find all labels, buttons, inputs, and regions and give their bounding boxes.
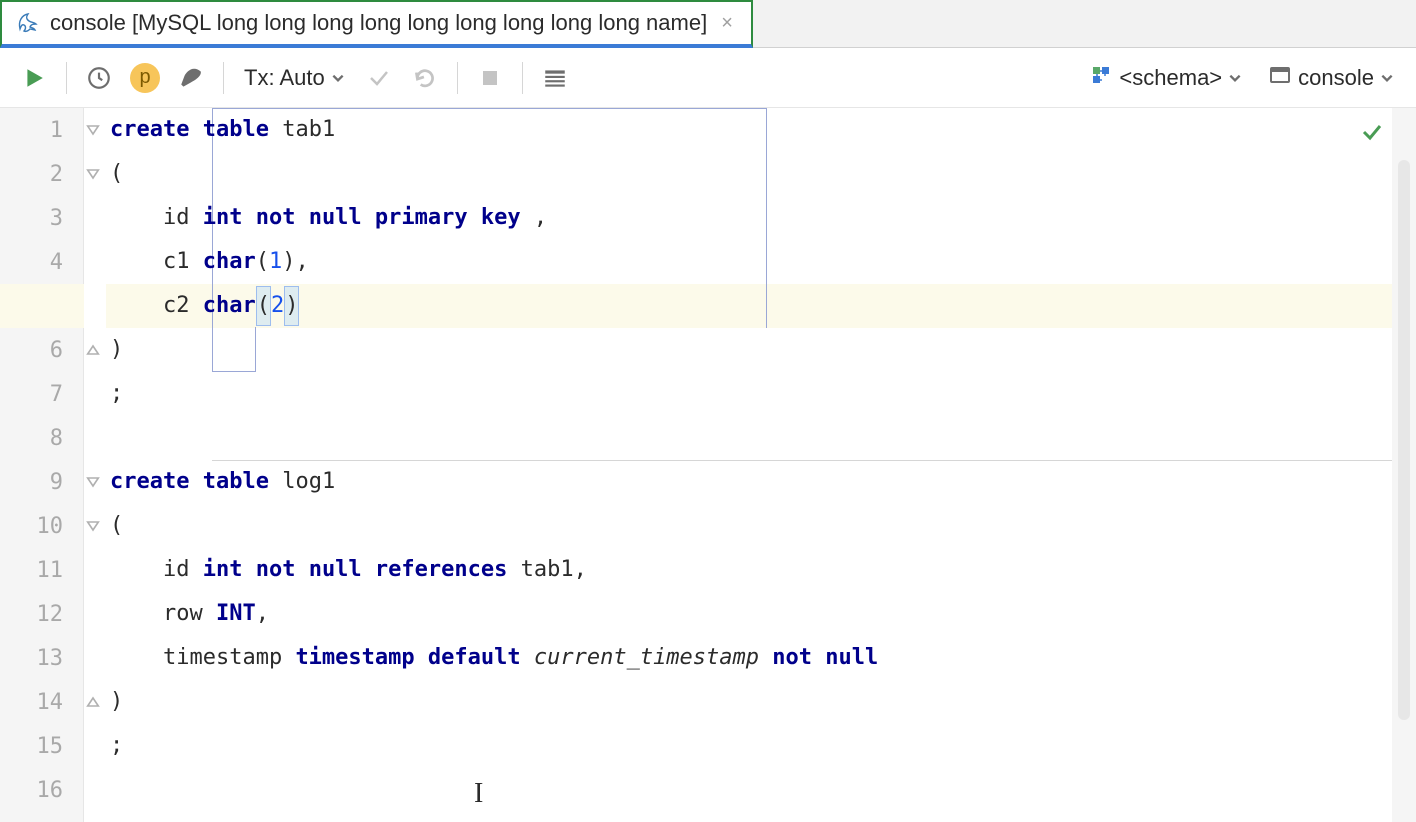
line-number: 1 <box>0 108 83 152</box>
settings-button[interactable] <box>171 58 211 98</box>
code-line: create table log1 <box>106 460 1416 504</box>
schema-dropdown[interactable]: <schema> <box>1081 63 1250 93</box>
separator <box>66 62 67 94</box>
separator <box>522 62 523 94</box>
toolbar: p Tx: Auto <schema> <box>0 48 1416 108</box>
stop-button[interactable] <box>470 58 510 98</box>
code-line: c1 char(1), <box>106 240 1416 284</box>
code-line: id int not null references tab1, <box>106 548 1416 592</box>
chevron-down-icon <box>331 65 345 91</box>
code-line: id int not null primary key , <box>106 196 1416 240</box>
code-line: create table tab1 <box>106 108 1416 152</box>
code-line <box>106 416 1416 460</box>
code-line: c2 char(2) <box>106 284 1416 328</box>
fold-open-icon[interactable] <box>85 122 101 138</box>
p-badge-icon: p <box>130 63 160 93</box>
console-dropdown[interactable]: console <box>1260 63 1402 93</box>
line-number: 3 <box>0 196 83 240</box>
view-mode-button[interactable] <box>535 58 575 98</box>
code-line: ; <box>106 724 1416 768</box>
fold-close-icon[interactable] <box>85 342 101 358</box>
tab-label: console [MySQL long long long long long … <box>50 10 707 36</box>
bracket-match: ) <box>284 286 299 326</box>
run-button[interactable] <box>14 58 54 98</box>
line-number: 2 <box>0 152 83 196</box>
code-line: timestamp timestamp default current_time… <box>106 636 1416 680</box>
fold-open-icon[interactable] <box>85 518 101 534</box>
active-line-gutter <box>0 284 84 328</box>
console-icon <box>1268 63 1292 93</box>
code-line <box>106 768 1416 812</box>
chevron-down-icon <box>1228 65 1242 91</box>
line-number: 4 <box>0 240 83 284</box>
console-label: console <box>1298 65 1374 91</box>
line-number: 11 <box>0 548 83 592</box>
tx-mode-dropdown[interactable]: Tx: Auto <box>236 65 353 91</box>
code-line: ; <box>106 372 1416 416</box>
database-dolphin-icon <box>16 11 40 35</box>
code-line: ( <box>106 152 1416 196</box>
fold-column <box>84 108 106 822</box>
line-number: 8 <box>0 416 83 460</box>
line-number: 7 <box>0 372 83 416</box>
line-number: 13 <box>0 636 83 680</box>
schema-icon <box>1089 63 1113 93</box>
p-badge-button[interactable]: p <box>125 58 165 98</box>
fold-close-icon[interactable] <box>85 694 101 710</box>
fold-open-icon[interactable] <box>85 474 101 490</box>
rollback-button[interactable] <box>405 58 445 98</box>
tab-bar: console [MySQL long long long long long … <box>0 0 1416 48</box>
history-button[interactable] <box>79 58 119 98</box>
line-number: 10 <box>0 504 83 548</box>
fold-open-icon[interactable] <box>85 166 101 182</box>
code-line: ) <box>106 328 1416 372</box>
line-number: 12 <box>0 592 83 636</box>
bracket-match: ( <box>256 286 271 326</box>
schema-label: <schema> <box>1119 65 1222 91</box>
separator <box>457 62 458 94</box>
code-area[interactable]: create table tab1 ( id int not null prim… <box>106 108 1416 822</box>
line-number: 16 <box>0 768 83 812</box>
line-number: 15 <box>0 724 83 768</box>
tx-mode-label: Tx: Auto <box>244 65 325 91</box>
code-line: ( <box>106 504 1416 548</box>
line-number: 6 <box>0 328 83 372</box>
separator <box>223 62 224 94</box>
commit-button[interactable] <box>359 58 399 98</box>
code-line: row INT, <box>106 592 1416 636</box>
editor[interactable]: 1 2 3 4 5 6 7 8 9 10 11 12 13 14 15 16 c… <box>0 108 1416 822</box>
gutter: 1 2 3 4 5 6 7 8 9 10 11 12 13 14 15 16 <box>0 108 84 822</box>
code-line: ) <box>106 680 1416 724</box>
close-icon[interactable]: × <box>717 12 737 35</box>
line-number: 14 <box>0 680 83 724</box>
line-number: 9 <box>0 460 83 504</box>
tab-console[interactable]: console [MySQL long long long long long … <box>0 0 753 48</box>
chevron-down-icon <box>1380 65 1394 91</box>
